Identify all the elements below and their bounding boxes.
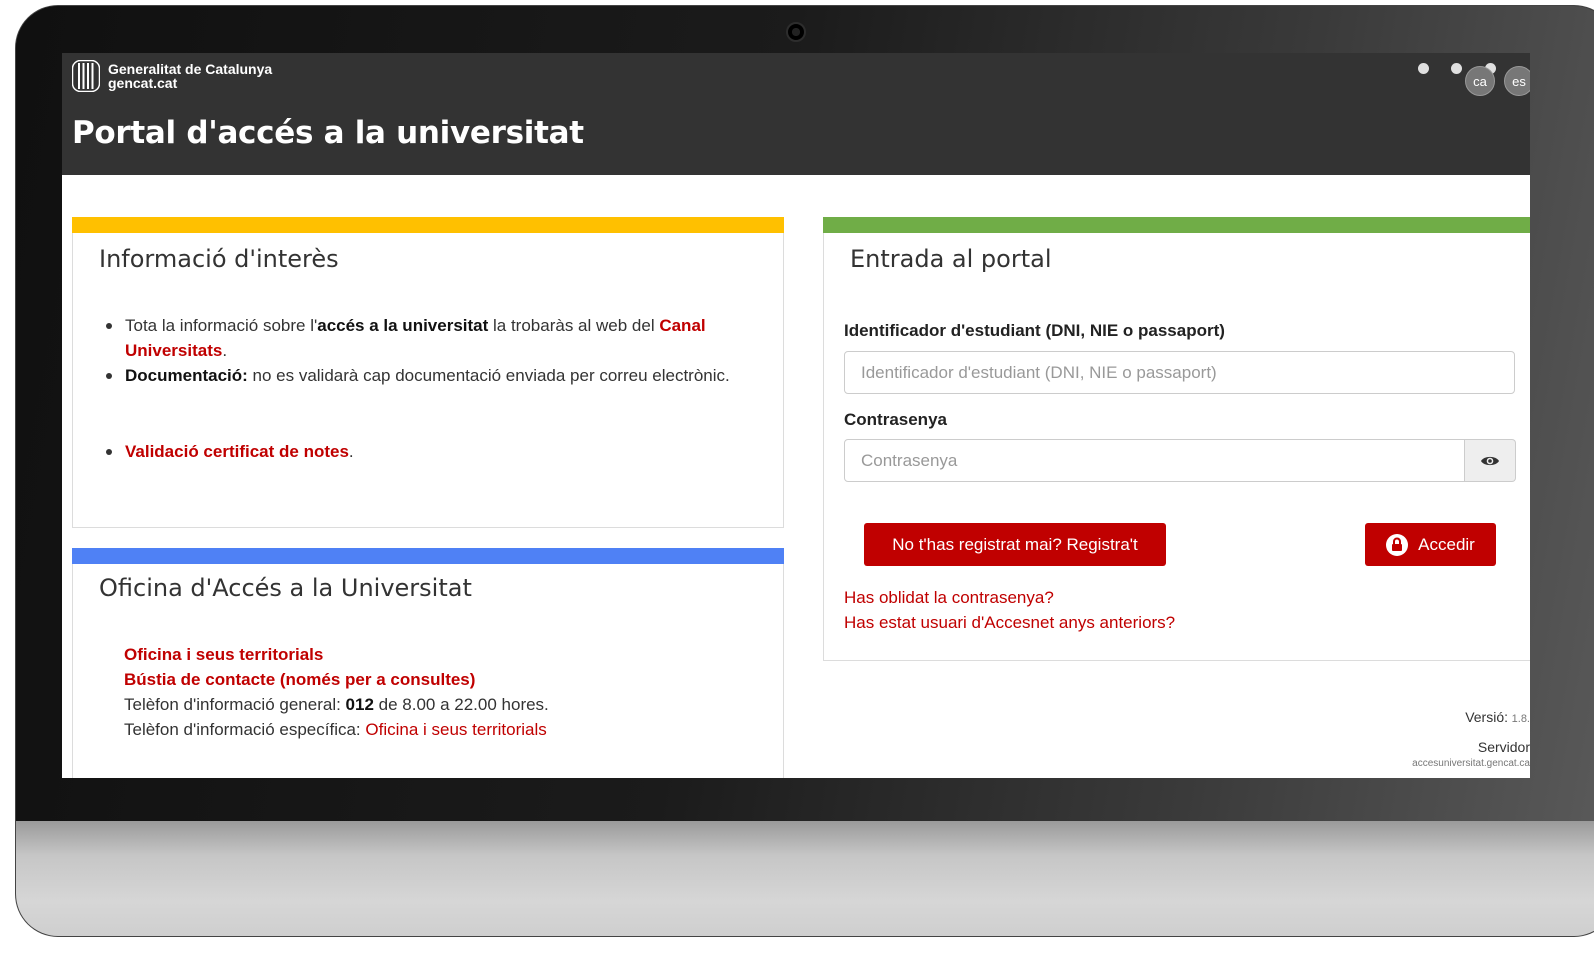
brand-name: Generalitat de Catalunya xyxy=(108,61,273,77)
info-text: . xyxy=(348,442,354,461)
brand-domain: gencat.cat xyxy=(108,75,178,91)
lock-icon xyxy=(1386,533,1409,556)
login-button[interactable]: Accedir xyxy=(1365,523,1496,566)
bustia-contacte-link[interactable]: Bústia de contacte (només per a consulte… xyxy=(124,670,475,689)
forgot-password-link[interactable]: Has oblidat la contrasenya? xyxy=(844,588,1054,608)
info-text: . xyxy=(222,341,228,360)
phone-specific: Telèfon d'informació específica: Oficina… xyxy=(124,717,549,742)
login-panel: Entrada al portal Identificador d'estudi… xyxy=(823,217,1530,661)
server-label: Servidor xyxy=(1477,739,1530,755)
page-title: Portal d'accés a la universitat xyxy=(72,115,584,151)
validacio-certificat-link[interactable]: Validació certificat de notes xyxy=(125,442,349,461)
login-panel-accent xyxy=(823,217,1530,233)
list-item: Validació certificat de notes. xyxy=(103,439,753,464)
phone-specific-label: Telèfon d'informació específica: xyxy=(124,720,366,739)
office-panel-title: Oficina d'Accés a la Universitat xyxy=(99,574,472,602)
accesnet-user-link[interactable]: Has estat usuari d'Accesnet anys anterio… xyxy=(844,613,1175,633)
info-panel-accent xyxy=(72,217,784,233)
phone-general: Telèfon d'informació general: 012 de 8.0… xyxy=(124,692,549,717)
camera-icon xyxy=(786,22,806,42)
version-label: Versió: xyxy=(1465,709,1509,725)
oficina-territorials-link[interactable]: Oficina i seus territorials xyxy=(365,720,546,739)
student-id-label: Identificador d'estudiant (DNI, NIE o pa… xyxy=(844,321,1225,340)
version-info: Versió: 1.8. xyxy=(1465,709,1530,725)
eye-icon xyxy=(1481,456,1499,465)
oficina-seus-link[interactable]: Oficina i seus territorials xyxy=(124,645,323,664)
office-panel-accent xyxy=(72,548,784,564)
info-bold: Documentació: xyxy=(125,366,248,385)
info-list: Tota la informació sobre l'accés a la un… xyxy=(103,313,753,464)
login-panel-title: Entrada al portal xyxy=(850,245,1052,273)
password-input[interactable]: Contrasenya xyxy=(844,439,1465,482)
dot-icon xyxy=(1451,63,1462,74)
language-ca-button[interactable]: ca xyxy=(1465,66,1495,96)
version-value: 1.8. xyxy=(1511,713,1530,725)
dot-icon xyxy=(1418,63,1429,74)
phone-general-number: 012 xyxy=(345,695,374,714)
info-text: la trobaràs al web del xyxy=(488,316,660,335)
gencat-brand[interactable]: Generalitat de Catalunya gencat.cat xyxy=(72,60,272,92)
info-panel-title: Informació d'interès xyxy=(99,245,339,273)
info-bold: accés a la universitat xyxy=(317,316,489,335)
browser-screen: Generalitat de Catalunya gencat.cat Port… xyxy=(62,53,1530,778)
server-value: accesuniversitat.gencat.ca xyxy=(1412,758,1530,769)
site-header: Generalitat de Catalunya gencat.cat Port… xyxy=(62,53,1530,175)
office-panel: Oficina d'Accés a la Universitat Oficina… xyxy=(72,548,784,778)
student-id-input[interactable]: Identificador d'estudiant (DNI, NIE o pa… xyxy=(844,351,1515,394)
list-item: Documentació: no es validarà cap documen… xyxy=(103,363,753,388)
info-text: Tota la informació sobre l' xyxy=(125,316,318,335)
phone-general-label: Telèfon d'informació general: xyxy=(124,695,346,714)
info-text: no es validarà cap documentació enviada … xyxy=(247,366,730,385)
login-button-label: Accedir xyxy=(1418,534,1475,554)
info-panel: Informació d'interès Tota la informació … xyxy=(72,217,784,528)
monitor-chin xyxy=(16,821,1594,936)
register-button[interactable]: No t'has registrat mai? Registra't xyxy=(864,523,1166,566)
office-contact: Oficina i seus territorials Bústia de co… xyxy=(124,642,549,742)
password-label: Contrasenya xyxy=(844,410,947,429)
show-password-button[interactable] xyxy=(1465,439,1516,482)
list-item: Tota la informació sobre l'accés a la un… xyxy=(103,313,753,363)
phone-general-hours: de 8.00 a 22.00 hores. xyxy=(373,695,549,714)
generalitat-logo-icon xyxy=(72,60,100,92)
language-es-button[interactable]: es xyxy=(1504,66,1530,96)
